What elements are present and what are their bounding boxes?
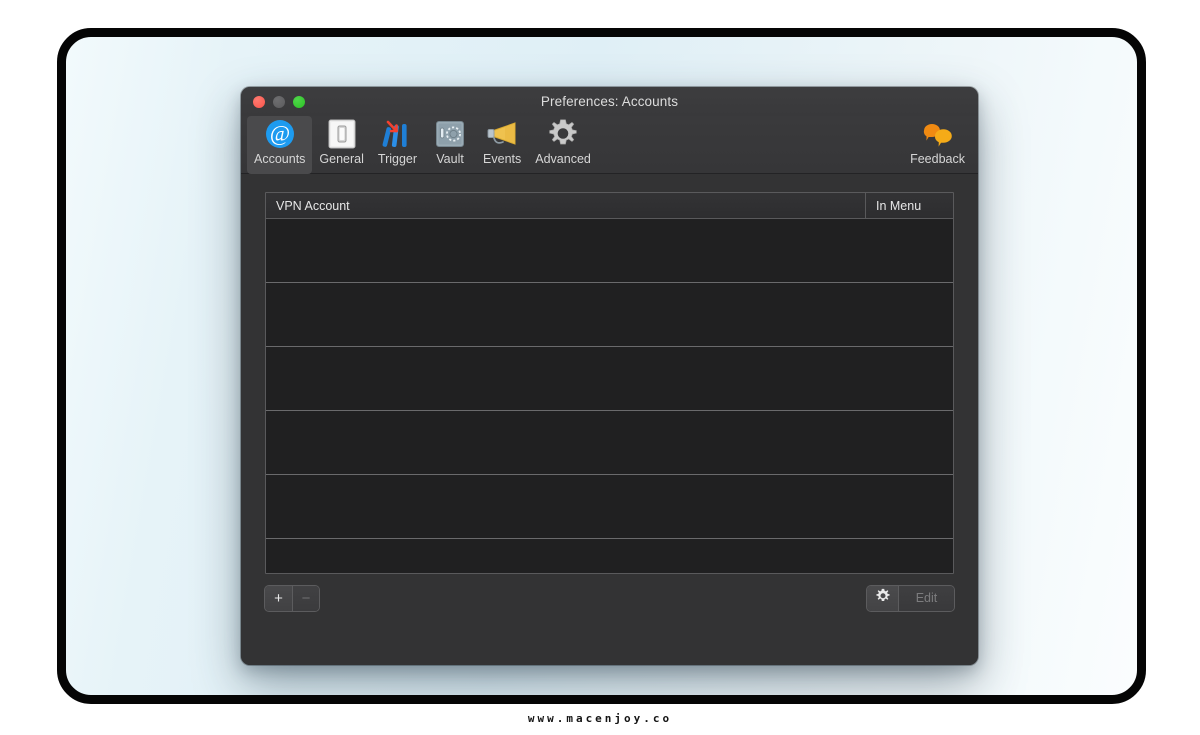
table-row[interactable] xyxy=(266,219,953,283)
preferences-window: Preferences: Accounts @ Accounts General… xyxy=(241,87,978,665)
window-title: Preferences: Accounts xyxy=(540,94,679,109)
add-account-button[interactable]: + xyxy=(265,585,292,611)
toolbar-label-trigger: Trigger xyxy=(377,152,418,166)
toolbar-label-advanced: Advanced xyxy=(535,152,591,166)
preferences-content: VPN Account In Menu + − Edit xyxy=(241,174,978,665)
toolbar-item-accounts[interactable]: @ Accounts xyxy=(247,116,313,174)
column-header-vpn-account[interactable]: VPN Account xyxy=(266,193,865,218)
toolbar-item-general[interactable]: General xyxy=(312,116,370,174)
table-row[interactable] xyxy=(266,347,953,411)
settings-gear-button[interactable] xyxy=(867,585,898,611)
table-body[interactable] xyxy=(266,219,953,573)
remove-account-button[interactable]: − xyxy=(292,585,319,611)
toolbar-item-feedback[interactable]: Feedback xyxy=(903,116,972,174)
toolbar-label-events: Events xyxy=(483,152,522,166)
table-bottom-bar: + − Edit xyxy=(265,585,954,611)
table-header-row: VPN Account In Menu xyxy=(266,193,953,219)
edit-segmented-control[interactable]: Edit xyxy=(867,585,954,611)
edit-button[interactable]: Edit xyxy=(898,585,954,611)
window-titlebar: Preferences: Accounts xyxy=(241,87,978,116)
table-row[interactable] xyxy=(266,475,953,539)
gear-icon xyxy=(875,588,891,609)
svg-text:@: @ xyxy=(270,121,290,146)
table-row[interactable] xyxy=(266,411,953,475)
toolbar-item-events[interactable]: Events xyxy=(476,116,528,174)
column-header-in-menu[interactable]: In Menu xyxy=(865,193,953,218)
vpn-accounts-table[interactable]: VPN Account In Menu xyxy=(265,192,954,574)
gear-icon xyxy=(547,117,579,151)
megaphone-icon xyxy=(485,117,519,151)
add-remove-segmented-control[interactable]: + − xyxy=(265,585,319,611)
device-frame: Preferences: Accounts @ Accounts General… xyxy=(57,28,1146,704)
toolbar-item-trigger[interactable]: Trigger xyxy=(371,116,424,174)
trigger-arrow-icon xyxy=(381,117,413,151)
table-row[interactable] xyxy=(266,283,953,347)
table-row[interactable] xyxy=(266,539,953,573)
light-switch-icon xyxy=(327,117,357,151)
footer-watermark: www.macenjoy.co xyxy=(527,712,673,725)
safe-vault-icon xyxy=(435,117,465,151)
toolbar-item-advanced[interactable]: Advanced xyxy=(528,116,598,174)
toolbar-item-vault[interactable]: Vault xyxy=(424,116,476,174)
speech-bubbles-icon xyxy=(920,117,956,151)
preferences-toolbar: @ Accounts General Trigger Vault Events … xyxy=(241,116,978,174)
toolbar-label-accounts: Accounts xyxy=(254,152,306,166)
toolbar-label-vault: Vault xyxy=(436,152,464,166)
toolbar-label-general: General xyxy=(319,152,364,166)
at-sign-icon: @ xyxy=(264,117,296,151)
toolbar-label-feedback: Feedback xyxy=(910,152,965,166)
